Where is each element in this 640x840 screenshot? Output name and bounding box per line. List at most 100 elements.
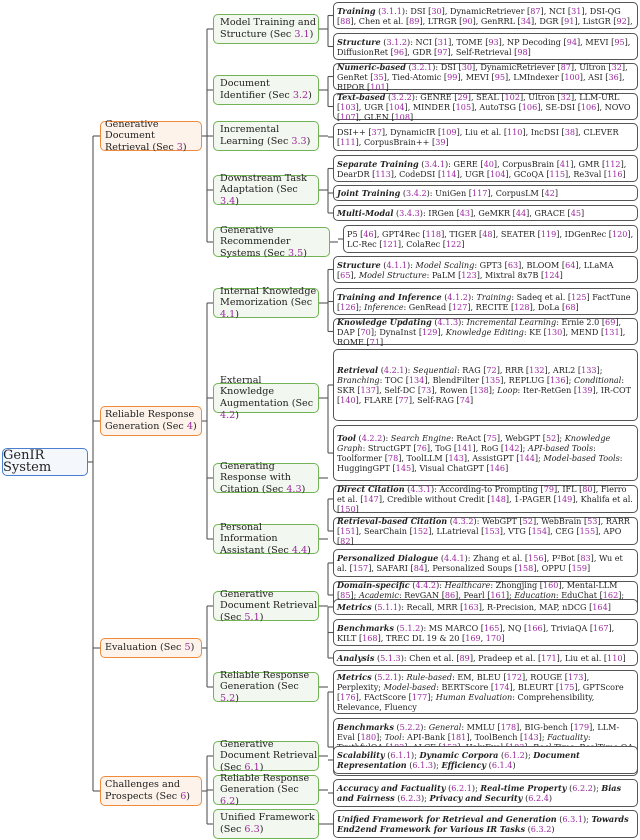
subsection-link[interactable]: 4.1.2: [447, 292, 468, 302]
citation-link[interactable]: 169: [465, 633, 480, 643]
citation-link[interactable]: 131: [604, 327, 619, 337]
citation-link[interactable]: 126: [340, 302, 355, 312]
citation-link[interactable]: 142: [504, 443, 519, 453]
section-number-link[interactable]: 3.2: [293, 90, 308, 101]
section-number-link[interactable]: 6.1: [244, 762, 259, 773]
citation-link[interactable]: 71: [370, 337, 380, 347]
citation-link[interactable]: 103: [340, 102, 355, 112]
section-number-link[interactable]: 4.3: [286, 484, 301, 495]
citation-link[interactable]: 112: [605, 159, 620, 169]
citation-link[interactable]: 96: [394, 47, 404, 57]
citation-link[interactable]: 143: [523, 732, 538, 742]
subsection-link[interactable]: 6.2.4: [528, 793, 549, 803]
subsection-link[interactable]: 6.3.2: [531, 824, 552, 834]
citation-link[interactable]: 137: [360, 385, 375, 395]
subsection-link[interactable]: 3.4.2: [406, 188, 427, 198]
citation-link[interactable]: 173: [568, 672, 583, 682]
citation-link[interactable]: 123: [461, 270, 476, 280]
citation-link[interactable]: 156: [528, 553, 543, 563]
citation-link[interactable]: 74: [460, 395, 470, 405]
citation-link[interactable]: 132: [529, 365, 544, 375]
citation-link[interactable]: 75: [487, 433, 497, 443]
citation-link[interactable]: 165: [484, 623, 499, 633]
citation-link[interactable]: 127: [452, 302, 467, 312]
subsection-link[interactable]: 5.2.1: [377, 672, 398, 682]
section-number-link[interactable]: 4.2: [220, 410, 235, 421]
citation-link[interactable]: 144: [519, 453, 534, 463]
citation-link[interactable]: 98: [517, 47, 527, 57]
citation-link[interactable]: 119: [541, 229, 556, 239]
citation-link[interactable]: 95: [614, 37, 624, 47]
citation-link[interactable]: 89: [460, 653, 470, 663]
citation-link[interactable]: 99: [447, 72, 457, 82]
citation-link[interactable]: 124: [544, 270, 559, 280]
citation-link[interactable]: 158: [518, 563, 533, 573]
subsection-link[interactable]: 5.1.2: [400, 623, 421, 633]
citation-link[interactable]: 94: [567, 37, 577, 47]
subsection-link[interactable]: 4.4.2: [415, 580, 436, 590]
citation-link[interactable]: 133: [581, 365, 596, 375]
citation-link[interactable]: 69: [605, 317, 615, 327]
citation-link[interactable]: 171: [541, 653, 556, 663]
citation-link[interactable]: 164: [592, 602, 607, 612]
citation-link[interactable]: 153: [484, 526, 499, 536]
citation-link[interactable]: 38: [565, 127, 575, 137]
citation-link[interactable]: 78: [388, 453, 398, 463]
citation-link[interactable]: 150: [340, 504, 355, 514]
citation-link[interactable]: 135: [485, 375, 500, 385]
section-number-link[interactable]: 3.4: [220, 196, 235, 207]
citation-link[interactable]: 114: [441, 169, 456, 179]
subsection-link[interactable]: 6.2.2: [572, 783, 593, 793]
citation-link[interactable]: 147: [363, 494, 378, 504]
citation-link[interactable]: 110: [507, 127, 522, 137]
citation-link[interactable]: 41: [560, 159, 570, 169]
citation-link[interactable]: 122: [446, 239, 461, 249]
citation-link[interactable]: 174: [494, 682, 509, 692]
citation-link[interactable]: 113: [375, 169, 390, 179]
citation-link[interactable]: 159: [572, 563, 587, 573]
citation-link[interactable]: 32: [561, 92, 571, 102]
citation-link[interactable]: 91: [564, 16, 574, 26]
subsection-link[interactable]: 4.1.1: [386, 260, 407, 270]
citation-link[interactable]: 167: [593, 623, 608, 633]
citation-link[interactable]: 45: [571, 208, 581, 218]
citation-link[interactable]: 46: [363, 229, 373, 239]
citation-link[interactable]: 166: [527, 623, 542, 633]
citation-link[interactable]: 136: [550, 375, 565, 385]
subsection-link[interactable]: 3.2.2: [391, 92, 412, 102]
citation-link[interactable]: 110: [607, 653, 622, 663]
subsection-link[interactable]: 6.2.3: [400, 793, 421, 803]
citation-link[interactable]: 79: [544, 484, 554, 494]
citation-link[interactable]: 106: [522, 102, 537, 112]
citation-link[interactable]: 118: [426, 229, 441, 239]
citation-link[interactable]: 163: [463, 602, 478, 612]
citation-link[interactable]: 168: [362, 633, 377, 643]
citation-link[interactable]: 106: [581, 102, 596, 112]
citation-link[interactable]: 141: [457, 443, 472, 453]
citation-link[interactable]: 152: [413, 526, 428, 536]
section-number-link[interactable]: 6.3: [244, 824, 259, 835]
section-number-link[interactable]: 3.3: [291, 136, 306, 147]
subsection-link[interactable]: 5.2.2: [400, 722, 421, 732]
citation-link[interactable]: 48: [482, 229, 492, 239]
citation-link[interactable]: 104: [490, 169, 505, 179]
citation-link[interactable]: 84: [414, 563, 424, 573]
citation-link[interactable]: 35: [373, 72, 383, 82]
citation-link[interactable]: 92: [616, 16, 626, 26]
subsection-link[interactable]: 3.1.1: [381, 6, 402, 16]
subsection-link[interactable]: 6.1.3: [412, 760, 433, 770]
citation-link[interactable]: 120: [612, 229, 627, 239]
subsection-link[interactable]: 3.4.3: [399, 208, 420, 218]
citation-link[interactable]: 52: [523, 516, 533, 526]
subsection-link[interactable]: 4.3.2: [453, 516, 474, 526]
citation-link[interactable]: 89: [409, 16, 419, 26]
citation-link[interactable]: 101: [370, 82, 385, 92]
citation-link[interactable]: 90: [462, 16, 472, 26]
citation-link[interactable]: 117: [472, 188, 487, 198]
citation-link[interactable]: 129: [422, 327, 437, 337]
subsection-link[interactable]: 4.4.1: [444, 553, 465, 563]
citation-link[interactable]: 157: [353, 563, 368, 573]
citation-link[interactable]: 170: [486, 633, 501, 643]
citation-link[interactable]: 179: [574, 722, 589, 732]
citation-link[interactable]: 172: [507, 672, 522, 682]
